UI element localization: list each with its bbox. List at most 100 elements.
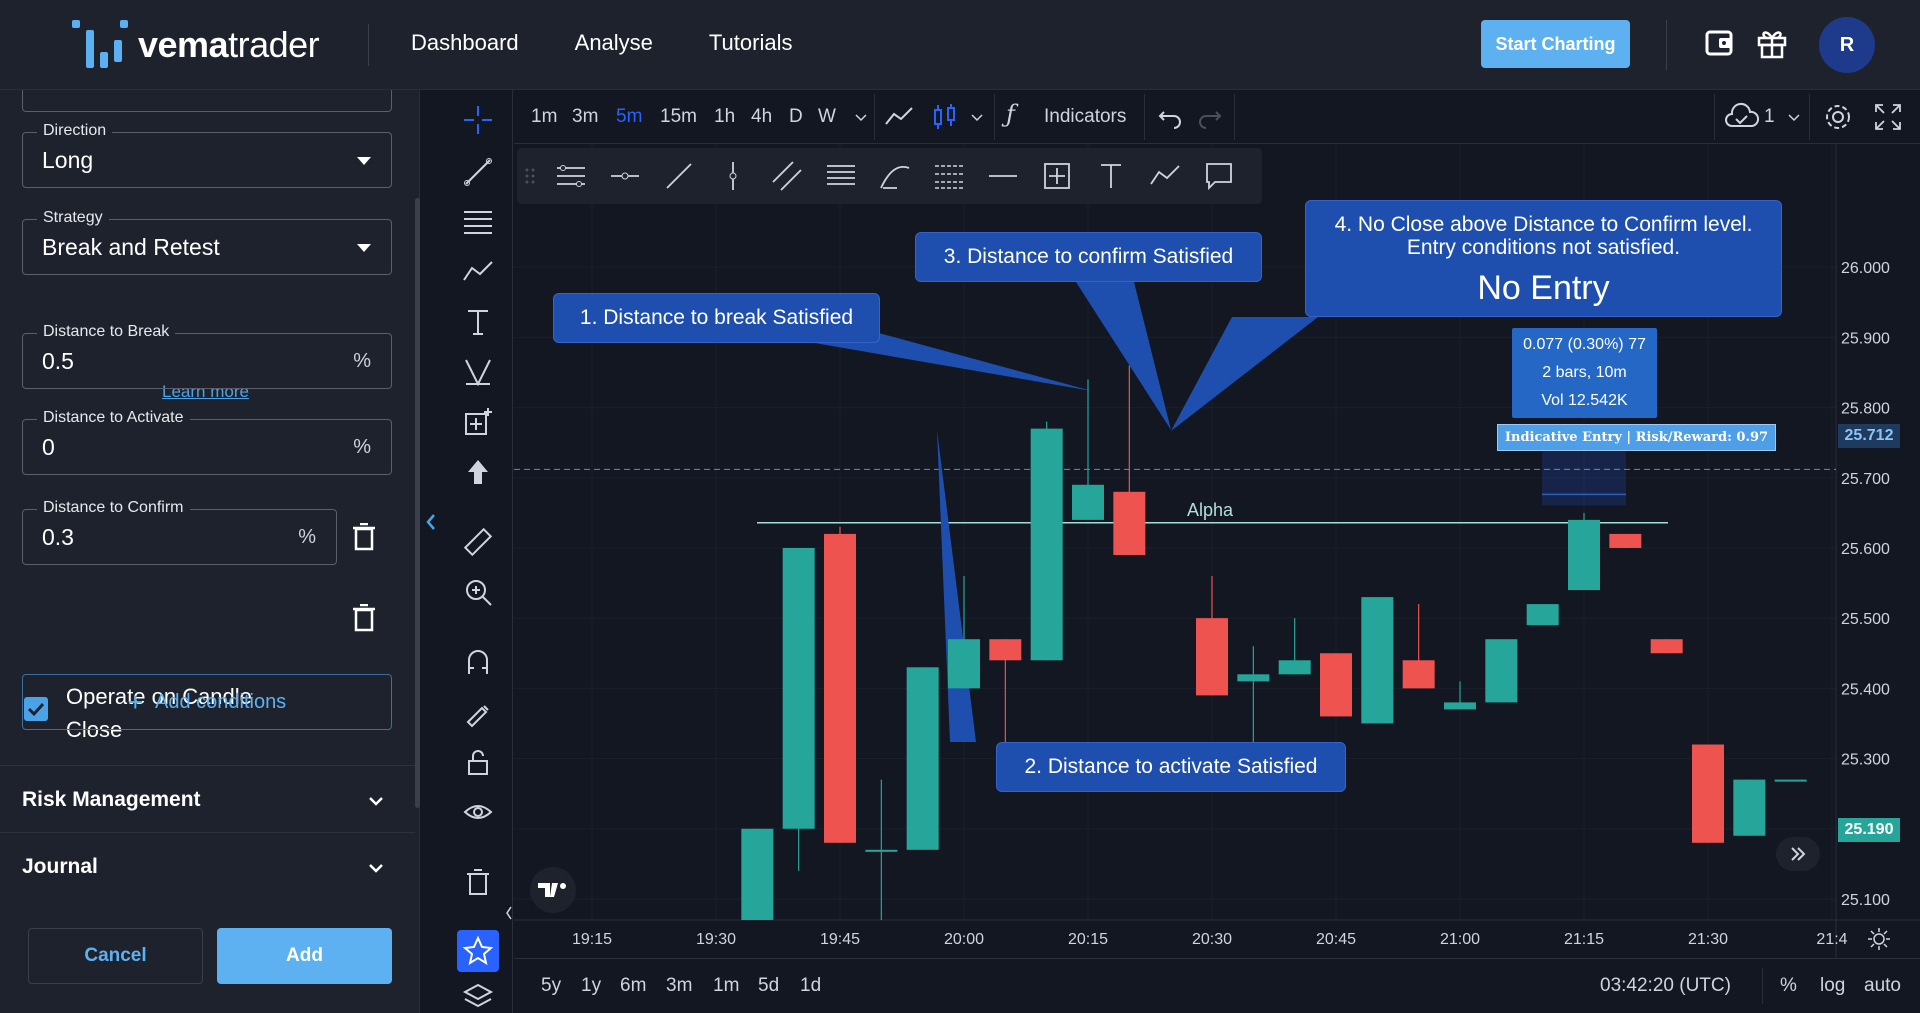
vertical-line-icon[interactable] xyxy=(717,160,749,192)
distance-to-activate-input[interactable]: Distance to Activate 0 % xyxy=(22,409,392,475)
crosshair-icon[interactable] xyxy=(462,104,494,136)
direction-select[interactable]: Direction Long xyxy=(22,122,392,188)
timeframe-d[interactable]: D xyxy=(789,106,803,128)
horizontal-line-icon[interactable] xyxy=(987,160,1019,192)
callout-distance-to-break[interactable]: 1. Distance to break Satisfied xyxy=(553,293,880,343)
range-6m[interactable]: 6m xyxy=(620,975,646,997)
log-scale-toggle[interactable]: log xyxy=(1820,975,1845,997)
timeframe-4h[interactable]: 4h xyxy=(751,106,772,128)
candles-icon[interactable] xyxy=(930,102,960,132)
path-icon[interactable] xyxy=(1149,160,1181,192)
scroll-to-realtime-button[interactable] xyxy=(1776,837,1820,871)
pitchfork-lines-icon[interactable] xyxy=(825,160,857,192)
trash-icon[interactable] xyxy=(462,866,494,898)
cancel-button[interactable]: Cancel xyxy=(28,928,203,984)
range-5d[interactable]: 5d xyxy=(758,975,779,997)
fullscreen-icon[interactable] xyxy=(1873,102,1903,132)
toggle-toolbar-icon[interactable] xyxy=(504,900,514,926)
user-avatar[interactable]: R xyxy=(1819,17,1875,73)
trash-icon[interactable] xyxy=(352,604,376,632)
chevron-down-icon[interactable] xyxy=(368,860,384,876)
layout-count[interactable]: 1 xyxy=(1764,106,1775,128)
curve-icon[interactable] xyxy=(879,160,911,192)
nav-analyse[interactable]: Analyse xyxy=(575,30,653,56)
pattern-icon[interactable] xyxy=(462,256,494,288)
date-price-range-icon[interactable] xyxy=(1041,160,1073,192)
vematrader-logo[interactable]: vematrader xyxy=(72,20,320,70)
horizontal-ray-icon[interactable] xyxy=(609,160,641,192)
field-above-partial[interactable] xyxy=(22,90,392,112)
settings-gear-icon[interactable] xyxy=(1823,102,1853,132)
range-3m[interactable]: 3m xyxy=(666,975,692,997)
chevron-down-icon[interactable] xyxy=(1787,102,1801,132)
measure-box-icon[interactable] xyxy=(462,406,494,438)
distance-to-confirm-input[interactable]: Distance to Confirm 0.3 % xyxy=(22,499,337,565)
undo-icon[interactable] xyxy=(1156,102,1186,132)
nav-dashboard[interactable]: Dashboard xyxy=(411,30,519,56)
journal-header[interactable]: Journal xyxy=(22,855,98,879)
fib-retracement-icon[interactable] xyxy=(462,206,494,238)
logo-text: vematrader xyxy=(138,24,320,65)
chevron-down-icon[interactable] xyxy=(368,793,384,809)
timeframe-5m[interactable]: 5m xyxy=(616,106,642,128)
risk-management-header[interactable]: Risk Management xyxy=(22,788,201,812)
nav-tutorials[interactable]: Tutorials xyxy=(709,30,793,56)
callout-distance-to-activate[interactable]: 2. Distance to activate Satisfied xyxy=(996,742,1346,792)
price-axis-label: 25.700 xyxy=(1841,471,1890,488)
callout-no-entry[interactable]: 4. No Close above Distance to Confirm le… xyxy=(1305,200,1782,317)
fib-levels-icon[interactable] xyxy=(933,160,965,192)
xabcd-pattern-icon[interactable] xyxy=(462,356,494,388)
indicators-button[interactable]: Indicators xyxy=(1044,106,1126,128)
chevron-down-icon[interactable] xyxy=(854,102,868,132)
time-axis-settings-icon[interactable] xyxy=(1866,926,1892,952)
redo-icon[interactable] xyxy=(1194,102,1224,132)
text-icon[interactable] xyxy=(462,306,494,338)
trend-line-icon[interactable] xyxy=(462,156,494,188)
line-chart-icon[interactable] xyxy=(884,102,914,132)
timeframe-1m[interactable]: 1m xyxy=(531,106,557,128)
timeframe-1h[interactable]: 1h xyxy=(714,106,735,128)
range-1d[interactable]: 1d xyxy=(800,975,821,997)
timeframe-15m[interactable]: 15m xyxy=(660,106,697,128)
callout-distance-to-confirm[interactable]: 3. Distance to confirm Satisfied xyxy=(915,232,1262,282)
tradingview-logo[interactable] xyxy=(530,867,576,913)
parallel-channel-icon[interactable] xyxy=(771,160,803,192)
timeframe-w[interactable]: W xyxy=(818,106,836,128)
indicative-entry-label[interactable]: Indicative Entry | Risk/Reward: 0.97 xyxy=(1497,424,1776,451)
drag-handle-icon[interactable] xyxy=(523,160,537,192)
fib-channel-icon[interactable] xyxy=(555,160,587,192)
range-5y[interactable]: 5y xyxy=(541,975,561,997)
strategy-select[interactable]: Strategy Break and Retest xyxy=(22,209,392,275)
range-1m[interactable]: 1m xyxy=(713,975,739,997)
ruler-icon[interactable] xyxy=(462,526,494,558)
zoom-in-icon[interactable] xyxy=(462,576,494,608)
timeframe-3m[interactable]: 3m xyxy=(572,106,598,128)
cloud-save-icon[interactable] xyxy=(1724,102,1760,132)
ray-icon[interactable] xyxy=(663,160,695,192)
add-button[interactable]: Add xyxy=(217,928,392,984)
collapse-panel-icon[interactable] xyxy=(424,512,438,532)
percent-scale-toggle[interactable]: % xyxy=(1780,975,1797,997)
utc-clock[interactable]: 03:42:20 (UTC) xyxy=(1600,975,1731,997)
callout-comment-icon[interactable] xyxy=(1203,160,1235,192)
time-axis-label: 21:30 xyxy=(1688,931,1728,948)
magnet-icon[interactable] xyxy=(462,646,494,678)
start-charting-button[interactable]: Start Charting xyxy=(1481,20,1630,68)
gift-icon[interactable] xyxy=(1756,26,1788,60)
arrow-up-icon[interactable] xyxy=(462,456,494,488)
layers-icon[interactable] xyxy=(462,980,494,1012)
auto-scale-toggle[interactable]: auto xyxy=(1864,975,1901,997)
range-1y[interactable]: 1y xyxy=(581,975,601,997)
unlock-icon[interactable] xyxy=(462,746,494,778)
eye-icon[interactable] xyxy=(462,796,494,828)
favorites-button[interactable] xyxy=(457,930,499,972)
chevron-down-icon[interactable] xyxy=(970,102,984,132)
lock-drawing-icon[interactable] xyxy=(462,696,494,728)
panel-scrollbar[interactable] xyxy=(415,198,420,808)
distance-to-break-input[interactable]: Distance to Break 0.5 % xyxy=(22,323,392,389)
indicators-fx-icon[interactable]: ƒ xyxy=(1006,100,1036,130)
text-tool-icon[interactable] xyxy=(1095,160,1127,192)
trash-icon[interactable] xyxy=(352,523,376,551)
wallet-icon[interactable] xyxy=(1704,26,1736,60)
add-conditions-button[interactable]: + Add conditions xyxy=(22,674,392,730)
